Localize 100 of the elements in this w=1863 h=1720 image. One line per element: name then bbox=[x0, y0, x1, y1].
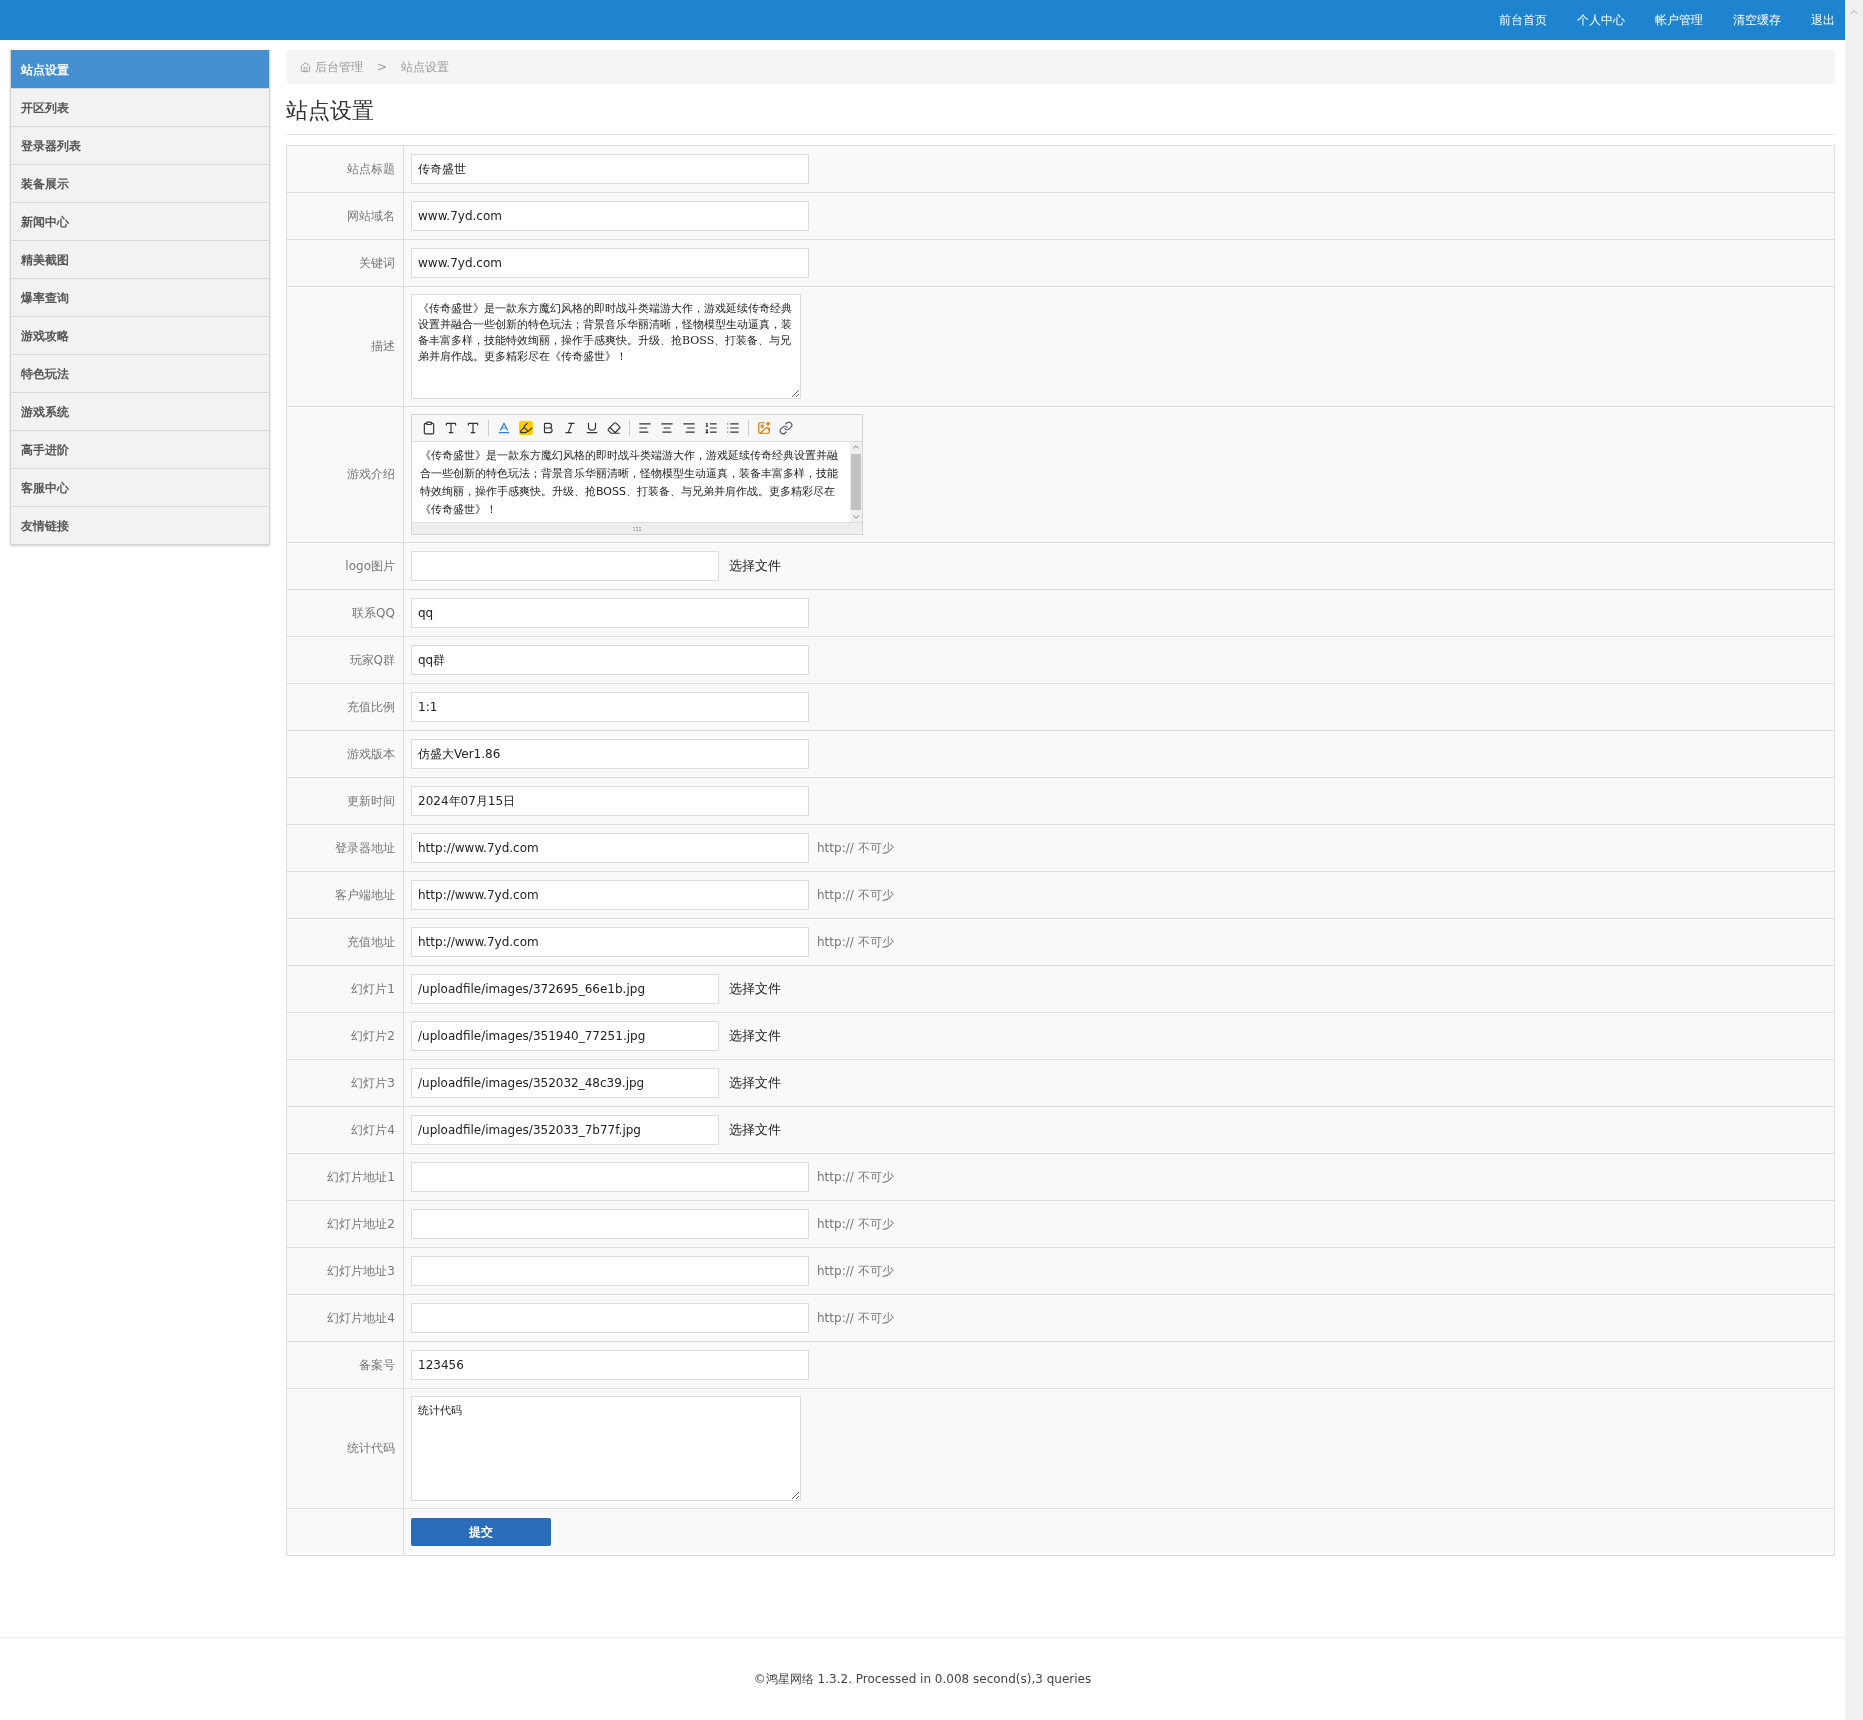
file-path-field[interactable]: /uploadfile/images/351940_77251.jpg bbox=[411, 1021, 719, 1051]
breadcrumb-item: 站点设置 bbox=[401, 58, 450, 76]
sidebar-item[interactable]: 登录器列表 bbox=[11, 126, 269, 164]
field-label: 幻灯片地址1 bbox=[327, 1168, 395, 1186]
sidebar-item[interactable]: 游戏系统 bbox=[11, 392, 269, 430]
highlight-icon[interactable] bbox=[519, 421, 533, 435]
field-label: 幻灯片地址3 bbox=[327, 1262, 395, 1280]
rich-text-editor[interactable]: 《传奇盛世》是一款东方魔幻风格的即时战斗类端游大作，游戏延续传奇经典设置并融合一些创新的特色玩法；背景音乐华丽清晰，怪物模型生动逼真，装备丰富多样，技能特效绚丽，操作手感爽快。升级、抢BOSS、打装备、与兄弟并肩作战。更多精彩尽在《传奇盛世》！ bbox=[411, 414, 863, 535]
field-label: 充值比例 bbox=[347, 698, 395, 716]
input-field[interactable] bbox=[411, 1209, 809, 1239]
field-label: 网站域名 bbox=[347, 207, 395, 225]
link-icon[interactable] bbox=[779, 421, 793, 435]
field-label: 幻灯片4 bbox=[351, 1121, 395, 1139]
underline-icon[interactable] bbox=[585, 421, 599, 435]
file-path-field[interactable]: /uploadfile/images/372695_66e1b.jpg bbox=[411, 974, 719, 1004]
sidebar-item[interactable]: 新闻中心 bbox=[11, 202, 269, 240]
choose-file-button[interactable]: 选择文件 bbox=[727, 1074, 781, 1092]
file-path-field[interactable] bbox=[411, 551, 719, 581]
field-hint: http:// 不可少 bbox=[817, 1215, 894, 1233]
sidebar-item[interactable]: 客服中心 bbox=[11, 468, 269, 506]
field-label: 玩家Q群 bbox=[349, 651, 395, 669]
sidebar-item[interactable]: 开区列表 bbox=[11, 88, 269, 126]
editor-text: 《传奇盛世》是一款东方魔幻风格的即时战斗类端游大作，游戏延续传奇经典设置并融合一些创新的特色玩法；背景音乐华丽清晰，怪物模型生动逼真，装备丰富多样，技能特效绚丽，操作手感爽快。升级、抢BOSS、打装备、与兄弟并肩作战。更多精彩尽在《传奇盛世》！ bbox=[419, 448, 839, 518]
align-left-icon[interactable] bbox=[638, 421, 652, 435]
input-field[interactable]: http://www.7yd.com bbox=[411, 927, 809, 957]
field-label: 游戏版本 bbox=[347, 745, 395, 763]
field-label: 关键词 bbox=[359, 254, 395, 272]
page-title: 站点设置 bbox=[286, 96, 1835, 135]
field-label: 联系QQ bbox=[352, 604, 395, 622]
field-label: 幻灯片2 bbox=[351, 1027, 395, 1045]
nav-link[interactable]: 前台首页 bbox=[1499, 11, 1547, 29]
input-field[interactable]: 1:1 bbox=[411, 692, 809, 722]
input-field[interactable]: qq群 bbox=[411, 645, 809, 675]
italic-icon[interactable] bbox=[563, 421, 577, 435]
input-field[interactable] bbox=[411, 1162, 809, 1192]
input-field[interactable]: www.7yd.com bbox=[411, 201, 809, 231]
field-label: 更新时间 bbox=[347, 792, 395, 810]
eraser-icon[interactable] bbox=[607, 421, 621, 435]
field-label: 幻灯片3 bbox=[351, 1074, 395, 1092]
field-hint: http:// 不可少 bbox=[817, 839, 894, 857]
breadcrumb-separator: > bbox=[377, 60, 388, 74]
field-hint: http:// 不可少 bbox=[817, 933, 894, 951]
field-hint: http:// 不可少 bbox=[817, 1168, 894, 1186]
field-label: 备案号 bbox=[359, 1356, 395, 1374]
choose-file-button[interactable]: 选择文件 bbox=[727, 557, 781, 575]
insert-image-icon[interactable] bbox=[757, 421, 771, 435]
choose-file-button[interactable]: 选择文件 bbox=[727, 1121, 781, 1139]
field-hint: http:// 不可少 bbox=[817, 886, 894, 904]
field-label: 描述 bbox=[371, 338, 395, 355]
field-label: 充值地址 bbox=[347, 933, 395, 951]
file-path-field[interactable]: /uploadfile/images/352032_48c39.jpg bbox=[411, 1068, 719, 1098]
font-color-icon[interactable] bbox=[497, 421, 511, 435]
field-label: 统计代码 bbox=[347, 1440, 395, 1457]
home-icon bbox=[300, 61, 311, 73]
ordered-list-icon[interactable] bbox=[704, 421, 718, 435]
input-field[interactable]: http://www.7yd.com bbox=[411, 833, 809, 863]
bold-icon[interactable] bbox=[541, 421, 555, 435]
nav-link[interactable]: 退出 bbox=[1811, 11, 1835, 29]
bullet-list-icon[interactable] bbox=[726, 421, 740, 435]
file-path-field[interactable]: /uploadfile/images/352033_7b77f.jpg bbox=[411, 1115, 719, 1145]
align-right-icon[interactable] bbox=[682, 421, 696, 435]
input-field[interactable] bbox=[411, 1256, 809, 1286]
scrollbar-thumb[interactable] bbox=[851, 454, 861, 510]
input-field[interactable]: 2024年07月15日 bbox=[411, 786, 809, 816]
input-field[interactable]: http://www.7yd.com bbox=[411, 880, 809, 910]
nav-link[interactable]: 个人中心 bbox=[1577, 11, 1625, 29]
field-label: 幻灯片地址2 bbox=[327, 1215, 395, 1233]
text-area[interactable]: 《传奇盛世》是一款东方魔幻风格的即时战斗类端游大作，游戏延续传奇经典设置并融合一些创新的特色玩法；背景音乐华丽清晰，怪物模型生动逼真，装备丰富多样，技能特效绚丽，操作手感爽快。升级、抢BOSS、打装备、与兄弟并肩作战。更多精彩尽在《传奇盛世》！ bbox=[411, 294, 801, 399]
field-label: 幻灯片地址4 bbox=[327, 1309, 395, 1327]
font-size-icon[interactable] bbox=[466, 421, 480, 435]
paste-icon[interactable] bbox=[422, 421, 436, 435]
field-hint: http:// 不可少 bbox=[817, 1309, 894, 1327]
field-label: logo图片 bbox=[345, 557, 395, 575]
align-center-icon[interactable] bbox=[660, 421, 674, 435]
submit-button[interactable]: 提交 bbox=[411, 1518, 551, 1546]
field-label: 游戏介绍 bbox=[347, 466, 395, 483]
nav-link[interactable]: 清空缓存 bbox=[1733, 11, 1781, 29]
input-field[interactable]: 123456 bbox=[411, 1350, 809, 1380]
choose-file-button[interactable]: 选择文件 bbox=[727, 1027, 781, 1045]
input-field[interactable]: 仿盛大Ver1.86 bbox=[411, 739, 809, 769]
sidebar-item[interactable]: 装备展示 bbox=[11, 164, 269, 202]
text-area[interactable]: 统计代码 bbox=[411, 1396, 801, 1501]
input-field[interactable] bbox=[411, 1303, 809, 1333]
sidebar-item[interactable]: 精美截图 bbox=[11, 240, 269, 278]
choose-file-button[interactable]: 选择文件 bbox=[727, 980, 781, 998]
sidebar-item[interactable]: 高手进阶 bbox=[11, 430, 269, 468]
sidebar-item[interactable]: 特色玩法 bbox=[11, 354, 269, 392]
sidebar-item[interactable]: 游戏攻略 bbox=[11, 316, 269, 354]
field-label: 客户端地址 bbox=[335, 886, 395, 904]
sidebar-item[interactable]: 爆率查询 bbox=[11, 278, 269, 316]
field-hint: http:// 不可少 bbox=[817, 1262, 894, 1280]
input-field[interactable]: qq bbox=[411, 598, 809, 628]
field-label: 站点标题 bbox=[347, 160, 395, 178]
font-family-icon[interactable] bbox=[444, 421, 458, 435]
field-label: 幻灯片1 bbox=[351, 980, 395, 998]
sidebar-item[interactable]: 友情链接 bbox=[11, 506, 269, 544]
nav-link[interactable]: 帐户管理 bbox=[1655, 11, 1703, 29]
input-field[interactable]: www.7yd.com bbox=[411, 248, 809, 278]
input-field[interactable]: 传奇盛世 bbox=[411, 154, 809, 184]
footer-text: ©鸿星网络 1.3.2. Processed in 0.008 second(s),3 queries bbox=[753, 1672, 1092, 1686]
